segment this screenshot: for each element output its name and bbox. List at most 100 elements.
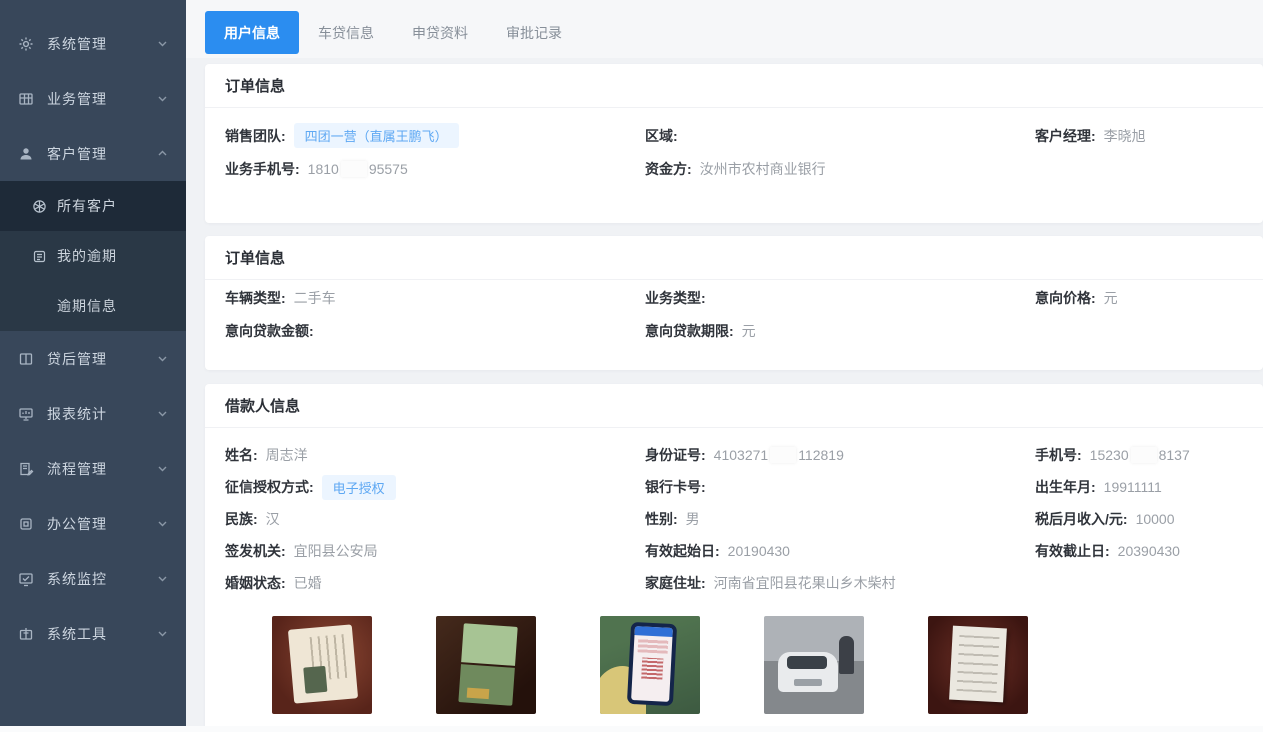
- photo-vehicle-register-book[interactable]: [436, 616, 536, 714]
- field-name: 姓名: 周志洋: [205, 445, 645, 465]
- field-row: 意向贷款金额: 意向贷款期限: 元: [205, 314, 1263, 347]
- overdue-icon: [32, 249, 47, 264]
- sidebar-item-system-mgmt[interactable]: 系统管理: [0, 16, 186, 71]
- field-ethnicity: 民族: 汉: [205, 509, 645, 529]
- field-label: 婚姻状态:: [225, 573, 286, 593]
- sidebar-item-customer-mgmt[interactable]: 客户管理: [0, 126, 186, 181]
- field-value: 汉: [266, 509, 280, 529]
- chevron-down-icon: [157, 408, 168, 419]
- paper-text-lines: [957, 635, 1000, 693]
- photo-item: 其他材料: [928, 616, 1028, 732]
- field-row: 征信授权方式: 电子授权 银行卡号: 出生年月: 19911111: [205, 471, 1263, 503]
- sidebar-item-postloan-mgmt[interactable]: 贷后管理: [0, 331, 186, 386]
- sidebar-subitem-all-customers[interactable]: 所有客户: [0, 181, 186, 231]
- chevron-down-icon: [157, 628, 168, 639]
- sidebar-subitem-my-overdue[interactable]: 我的逾期: [0, 231, 186, 281]
- car-grille: [794, 679, 822, 686]
- sidebar-item-process-mgmt[interactable]: 流程管理: [0, 441, 186, 496]
- sidebar-item-label: 客户管理: [47, 144, 157, 164]
- tab-user-info[interactable]: 用户信息: [205, 11, 299, 54]
- sidebar-item-system-tools[interactable]: 系统工具: [0, 606, 186, 661]
- sidebar-item-business-mgmt[interactable]: 业务管理: [0, 71, 186, 126]
- field-valid-from: 有效起始日: 20190430: [645, 541, 1035, 561]
- phone-header-bar: [634, 626, 672, 637]
- field-issuer: 签发机关: 宜阳县公安局: [205, 541, 645, 561]
- car-graphic: [778, 652, 838, 692]
- report-icon: [18, 406, 34, 422]
- field-business-type: 业务类型:: [645, 288, 1035, 308]
- tab-loan-application-docs[interactable]: 申贷资料: [393, 11, 487, 54]
- field-label: 意向贷款金额:: [225, 321, 314, 341]
- phone-text-lines: [638, 638, 669, 654]
- tab-label: 车贷信息: [318, 23, 374, 43]
- phone-suffix: 8137: [1159, 447, 1190, 463]
- photo-credit-auth-phone[interactable]: [600, 616, 700, 714]
- field-sales-team: 销售团队: 四团一营（直属王鹏飞）: [205, 123, 645, 148]
- field-label: 有效截止日:: [1035, 541, 1110, 561]
- sidebar-item-label: 业务管理: [47, 89, 157, 109]
- sidebar-item-label: 办公管理: [47, 514, 157, 534]
- borrower-info-card: 借款人信息 姓名: 周志洋 身份证号: 4103271112819 手机号: 1…: [205, 384, 1263, 732]
- field-label: 销售团队:: [225, 126, 286, 146]
- sidebar-item-label: 报表统计: [47, 404, 157, 424]
- field-label: 区域:: [645, 126, 678, 146]
- field-income: 税后月收入/元: 10000: [1035, 509, 1263, 529]
- photo-person-with-car[interactable]: [764, 616, 864, 714]
- redacted-block: [770, 447, 796, 463]
- sidebar-subitem-overdue-info[interactable]: 逾期信息: [0, 281, 186, 331]
- field-row: 签发机关: 宜阳县公安局 有效起始日: 20190430 有效截止日: 2039…: [205, 535, 1263, 567]
- field-row: 民族: 汉 性别: 男 税后月收入/元: 10000: [205, 503, 1263, 535]
- green-booklet-graphic: [458, 623, 517, 707]
- field-value: 宜阳县公安局: [294, 541, 378, 561]
- field-mobile: 手机号: 15230 8137: [1035, 445, 1263, 465]
- booklet-top: [461, 623, 518, 666]
- sidebar-item-label: 系统管理: [47, 34, 157, 54]
- sidebar-item-label: 系统工具: [47, 624, 157, 644]
- horizontal-scrollbar[interactable]: [0, 726, 1263, 732]
- phone-suffix: 95575: [369, 161, 408, 177]
- sidebar-item-system-monitor[interactable]: 系统监控: [0, 551, 186, 606]
- field-value: 河南省宜阳县花果山乡木柴村: [714, 573, 896, 593]
- field-label: 家庭住址:: [645, 573, 706, 593]
- tab-approval-records[interactable]: 审批记录: [487, 11, 581, 54]
- chevron-down-icon: [157, 93, 168, 104]
- chevron-down-icon: [157, 573, 168, 584]
- sidebar-item-label: 贷后管理: [47, 349, 157, 369]
- sales-team-tag: 四团一营（直属王鹏飞）: [294, 123, 459, 148]
- booklet-bottom: [458, 664, 515, 706]
- field-marital-status: 婚姻状态: 已婚: [205, 573, 645, 593]
- field-value: 男: [686, 509, 700, 529]
- customer-mgmt-submenu: 所有客户 我的逾期 逾期信息: [0, 181, 186, 331]
- field-value: 元: [742, 321, 756, 341]
- field-label: 出生年月:: [1035, 477, 1096, 497]
- photo-item: 身份证: [272, 616, 372, 732]
- field-value: 二手车: [294, 288, 336, 308]
- sidebar: 系统管理 业务管理 客户管理 所有客户: [0, 0, 186, 732]
- field-intent-price: 意向价格: 元: [1035, 288, 1263, 308]
- sidebar-item-office-mgmt[interactable]: 办公管理: [0, 496, 186, 551]
- main-content: 用户信息 车贷信息 申贷资料 审批记录 订单信息 销售团队: 四团一营（直属王鹏…: [186, 0, 1263, 732]
- tab-car-loan-info[interactable]: 车贷信息: [299, 11, 393, 54]
- chevron-up-icon: [157, 148, 168, 159]
- field-label: 手机号:: [1035, 445, 1082, 465]
- field-label: 姓名:: [225, 445, 258, 465]
- sidebar-item-label: 流程管理: [47, 459, 157, 479]
- field-row: 婚姻状态: 已婚 家庭住址: 河南省宜阳县花果山乡木柴村: [205, 567, 1263, 599]
- id-prefix: 4103271: [714, 447, 769, 463]
- field-label: 身份证号:: [645, 445, 706, 465]
- field-label: 签发机关:: [225, 541, 286, 561]
- chevron-down-icon: [157, 353, 168, 364]
- sidebar-item-report-stats[interactable]: 报表统计: [0, 386, 186, 441]
- credit-auth-tag: 电子授权: [322, 475, 396, 500]
- phone-prefix: 1810: [308, 161, 339, 177]
- field-label: 意向价格:: [1035, 288, 1096, 308]
- photo-id-card[interactable]: [272, 616, 372, 714]
- phone-prefix: 15230: [1090, 447, 1129, 463]
- field-bank-card: 银行卡号:: [645, 477, 1035, 497]
- field-value: 20190430: [728, 543, 790, 559]
- photo-paper-document[interactable]: [928, 616, 1028, 714]
- field-vehicle-type: 车辆类型: 二手车: [205, 288, 645, 308]
- field-birth: 出生年月: 19911111: [1035, 477, 1263, 497]
- order-info-card-1: 订单信息 销售团队: 四团一营（直属王鹏飞） 区域: 客户经理: 李晓旭 业务手: [205, 64, 1263, 223]
- id-card-graphic: [288, 624, 358, 703]
